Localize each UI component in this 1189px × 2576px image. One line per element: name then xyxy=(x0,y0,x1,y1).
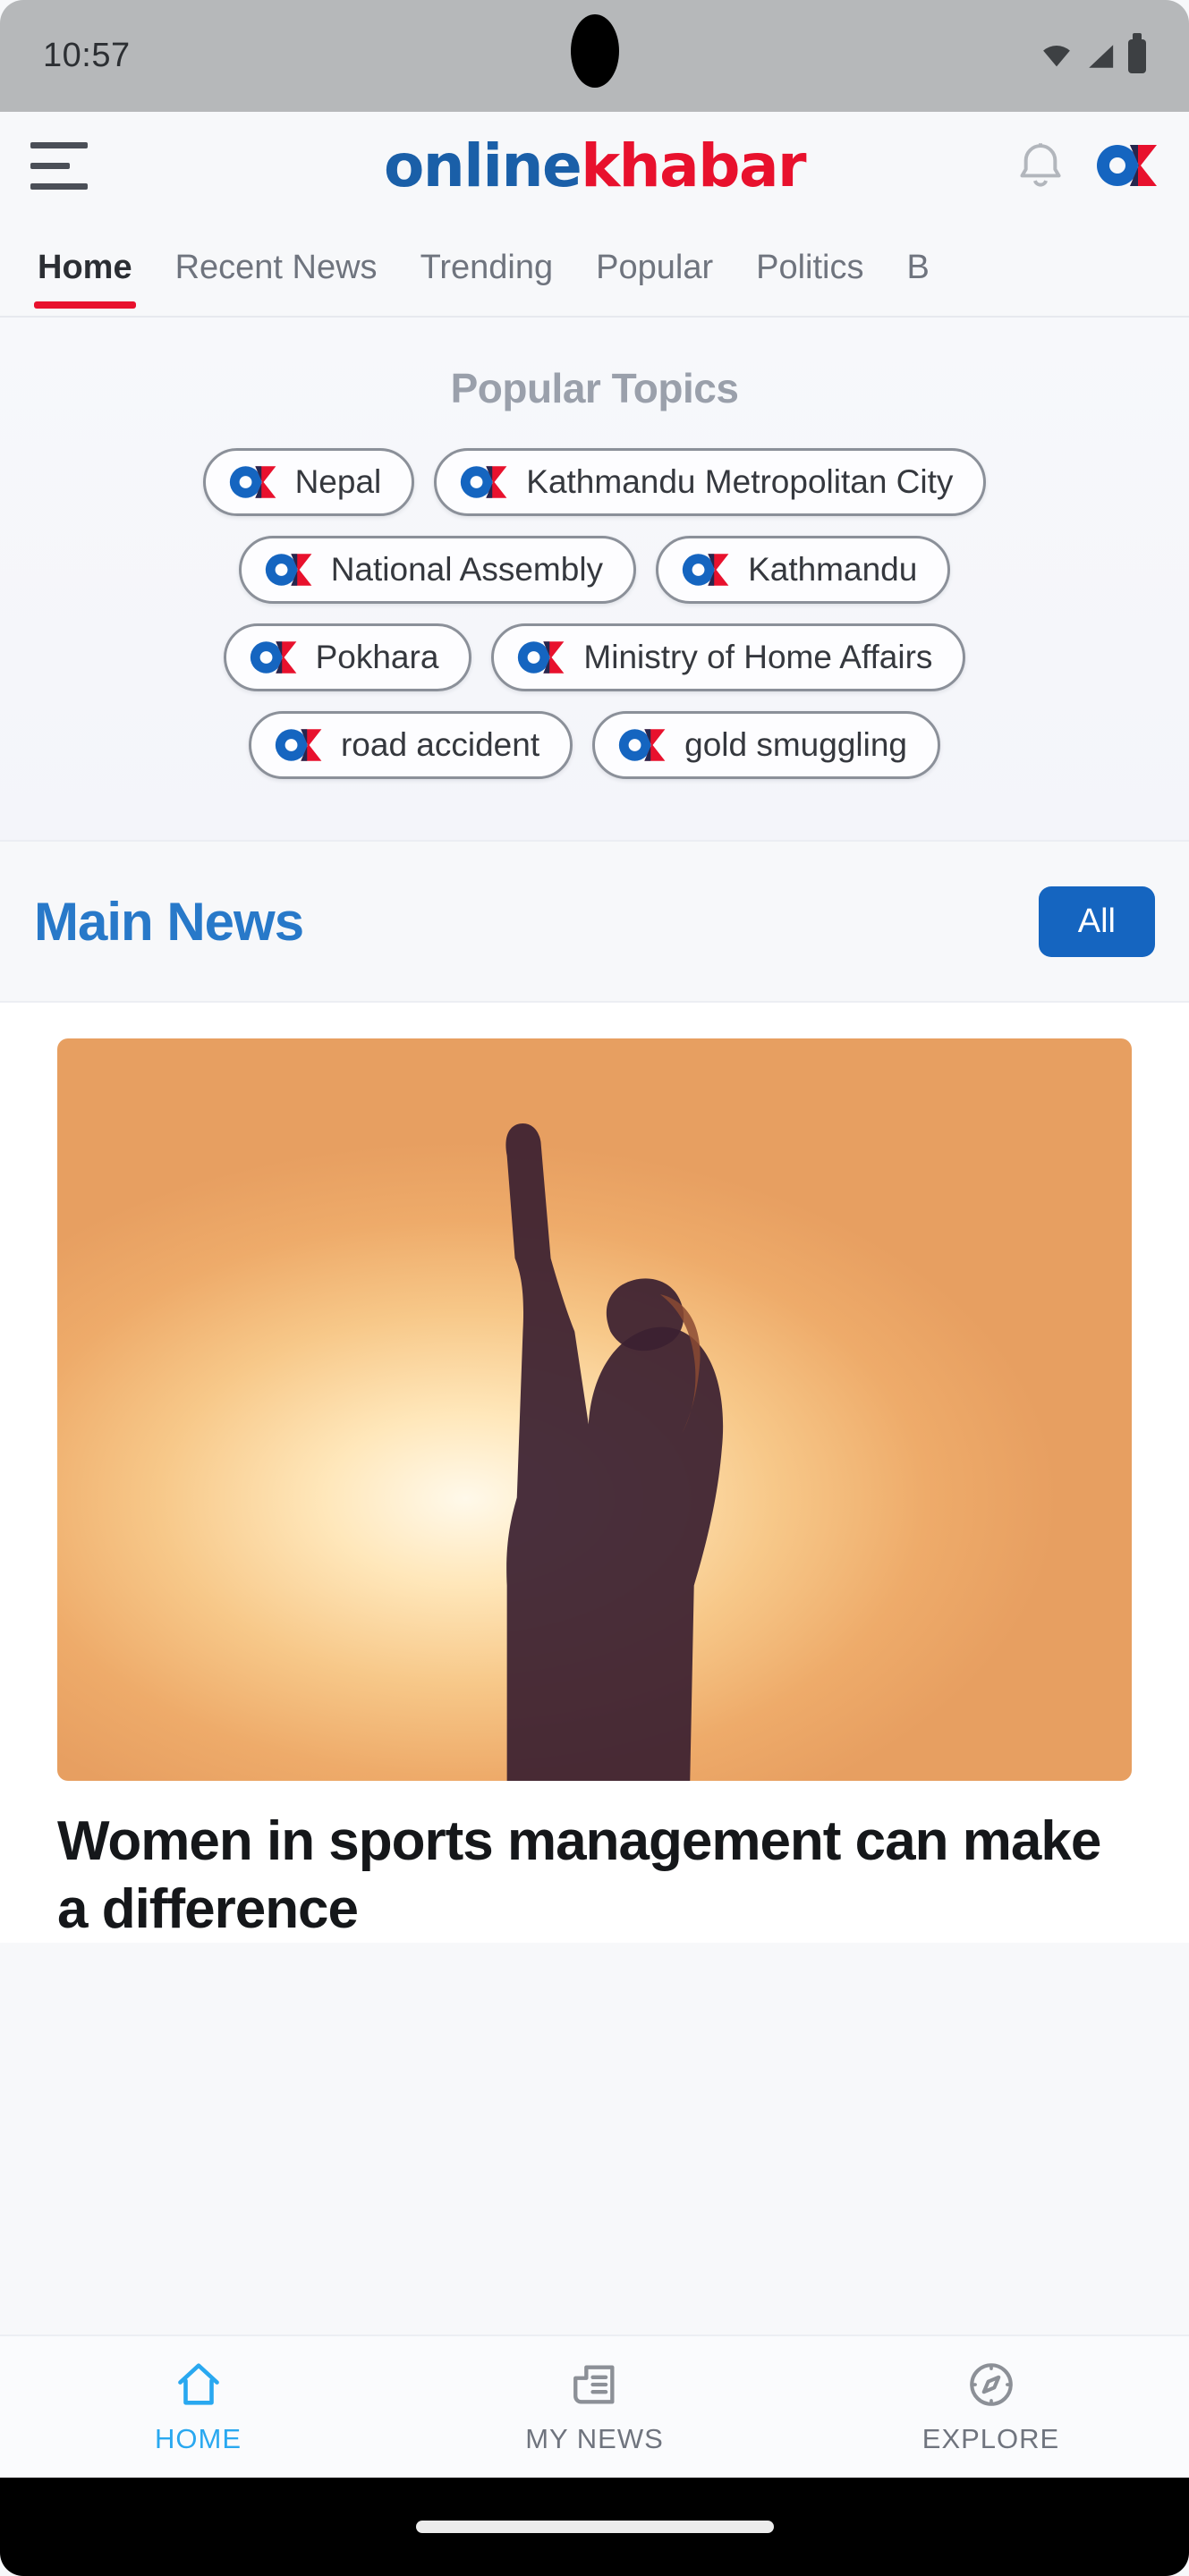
article-headline[interactable]: Women in sports management can make a di… xyxy=(57,1808,1132,1943)
tab-politics[interactable]: Politics xyxy=(735,219,885,316)
home-icon xyxy=(177,2363,219,2405)
onlinekhabar-ok-logo-icon xyxy=(461,466,507,498)
phone-screen: 10:57 onlinekhabar Home Recent News Tren… xyxy=(0,0,1189,2576)
onlinekhabar-ok-logo-icon xyxy=(518,641,565,674)
bell-icon[interactable] xyxy=(1015,138,1066,193)
wifi-icon xyxy=(1043,45,1070,66)
topic-chip-label: gold smuggling xyxy=(684,726,908,763)
topic-chip-label: National Assembly xyxy=(330,551,604,588)
topic-chip[interactable]: Ministry of Home Affairs xyxy=(491,623,966,691)
hamburger-line xyxy=(30,162,70,169)
hamburger-line xyxy=(30,141,88,148)
gesture-handle[interactable] xyxy=(415,2521,774,2533)
app-header: onlinekhabar xyxy=(0,112,1189,219)
newspaper-icon xyxy=(573,2365,615,2404)
onlinekhabar-ok-logo-icon xyxy=(229,466,276,498)
system-gesture-bar xyxy=(0,2478,1189,2576)
hamburger-line xyxy=(30,182,88,190)
status-icons xyxy=(1040,38,1146,73)
nav-item-my-news[interactable]: MY NEWS xyxy=(396,2359,793,2455)
topic-chip[interactable]: road accident xyxy=(248,711,573,779)
topic-chip-label: Nepal xyxy=(294,463,382,500)
bottom-navigation-bar: HOME MY NEWS EXPLORE xyxy=(0,2334,1189,2478)
topic-chip-label: Pokhara xyxy=(315,639,439,675)
topic-chip-label: Kathmandu xyxy=(748,551,918,588)
nav-label-home: HOME xyxy=(155,2423,242,2454)
nav-label-my-news: MY NEWS xyxy=(525,2423,664,2454)
camera-punch-hole xyxy=(570,14,619,88)
onlinekhabar-ok-logo-icon xyxy=(618,729,666,761)
topic-chip[interactable]: Pokhara xyxy=(223,623,472,691)
topic-chip-row: National Assembly Kathmandu xyxy=(23,536,1166,604)
topic-chip[interactable]: Nepal xyxy=(202,448,415,516)
topic-chip-row: Nepal Kathmandu Metropolitan City xyxy=(23,448,1166,516)
onlinekhabar-ok-logo-icon xyxy=(265,554,312,586)
onlinekhabar-ok-logo-icon xyxy=(682,554,729,586)
battery-icon xyxy=(1128,38,1146,73)
tab-recent-news[interactable]: Recent News xyxy=(154,219,399,316)
onlinekhabar-ok-logo-icon[interactable] xyxy=(1096,142,1159,189)
onlinekhabar-ok-logo-icon xyxy=(275,729,322,761)
app-logo-wordmark[interactable]: onlinekhabar xyxy=(383,131,807,200)
topic-chip[interactable]: National Assembly xyxy=(238,536,637,604)
tab-trending[interactable]: Trending xyxy=(399,219,575,316)
topic-chip-row: Pokhara Ministry of Home Affairs xyxy=(23,623,1166,691)
popular-topics-section: Popular Topics Nepal Kathmandu Metropoli… xyxy=(0,318,1189,842)
brand-online: online xyxy=(383,131,582,200)
topic-chip-label: Ministry of Home Affairs xyxy=(583,639,933,675)
nav-item-home[interactable]: HOME xyxy=(0,2359,396,2455)
nav-item-explore[interactable]: EXPLORE xyxy=(793,2359,1189,2455)
tab-business[interactable]: B xyxy=(886,219,951,316)
status-time: 10:57 xyxy=(43,37,131,74)
tab-popular[interactable]: Popular xyxy=(574,219,735,316)
compass-icon xyxy=(969,2363,1013,2406)
woman-silhouette-graphic xyxy=(505,1123,724,1781)
featured-article[interactable]: Women in sports management can make a di… xyxy=(0,1003,1189,1944)
all-filter-button[interactable]: All xyxy=(1038,886,1155,957)
topic-chip-label: Kathmandu Metropolitan City xyxy=(526,463,954,500)
brand-khabar: khabar xyxy=(581,131,806,200)
topic-chip-label: road accident xyxy=(340,726,540,763)
topic-chip[interactable]: Kathmandu xyxy=(656,536,951,604)
nav-label-explore: EXPLORE xyxy=(921,2423,1060,2454)
topic-chip[interactable]: gold smuggling xyxy=(592,711,941,779)
main-news-header: Main News All xyxy=(0,842,1189,1003)
category-tabs[interactable]: Home Recent News Trending Popular Politi… xyxy=(0,219,1189,318)
topic-chip[interactable]: Kathmandu Metropolitan City xyxy=(434,448,987,516)
article-thumbnail[interactable] xyxy=(57,1038,1132,1781)
onlinekhabar-ok-logo-icon xyxy=(250,641,296,674)
hamburger-menu-icon[interactable] xyxy=(30,141,89,190)
tab-home[interactable]: Home xyxy=(16,219,154,316)
topic-chip-row: road accident gold smuggling xyxy=(23,711,1166,779)
signal-icon xyxy=(1089,44,1114,68)
main-news-title: Main News xyxy=(34,891,304,952)
status-bar: 10:57 xyxy=(0,0,1189,112)
app-header-actions xyxy=(1015,138,1159,193)
popular-topics-title: Popular Topics xyxy=(450,365,739,411)
